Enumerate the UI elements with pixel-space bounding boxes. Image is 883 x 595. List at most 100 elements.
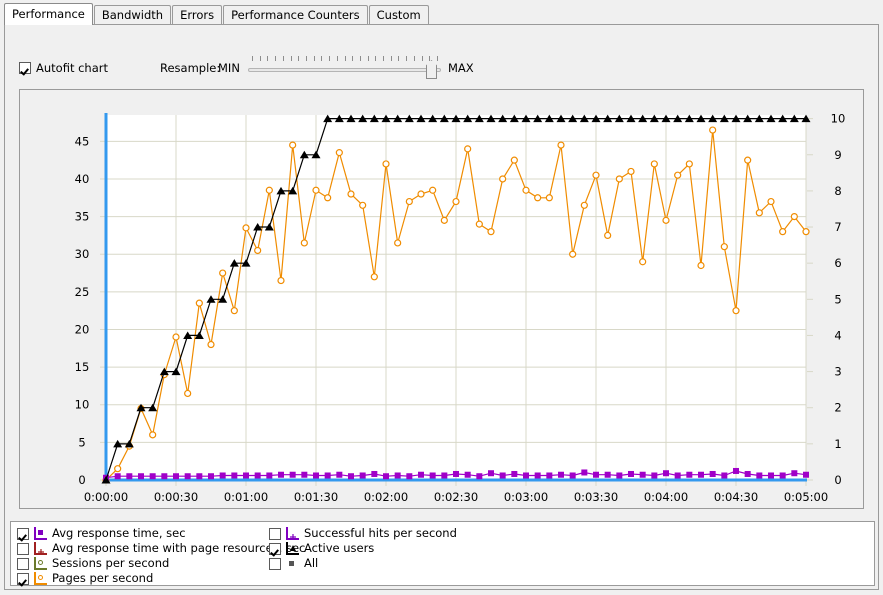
series-icon-sessions-per-second: [34, 557, 47, 570]
legend-item-avg-response-time-sec[interactable]: Avg response time, sec: [17, 526, 305, 541]
svg-text:0:02:30: 0:02:30: [434, 490, 478, 504]
svg-text:35: 35: [75, 210, 90, 224]
legend-checkbox[interactable]: [17, 572, 29, 585]
svg-text:5: 5: [78, 435, 85, 449]
svg-text:0: 0: [834, 473, 841, 487]
legend-checkbox[interactable]: [17, 557, 29, 570]
resample-max-label: MAX: [448, 61, 474, 75]
svg-text:0:03:00: 0:03:00: [504, 490, 548, 504]
series-icon-pages-per-second: [34, 572, 47, 585]
marker-plus-icon: [290, 530, 296, 540]
legend-item-label: Sessions per second: [52, 556, 170, 570]
slider-tick: [336, 56, 338, 61]
slider-tick: [252, 56, 253, 61]
marker-circle-icon: [38, 575, 43, 580]
tab-custom[interactable]: Custom: [368, 5, 429, 25]
slider-tick: [359, 56, 361, 61]
svg-text:6: 6: [834, 256, 841, 270]
svg-text:0:02:00: 0:02:00: [364, 490, 408, 504]
legend-item-label: Pages per second: [52, 571, 154, 585]
tab-bandwidth[interactable]: Bandwidth: [93, 5, 172, 25]
svg-text:0: 0: [78, 473, 85, 487]
legend-axis-horizontal: [34, 538, 47, 540]
marker-triangle-icon: [290, 545, 296, 551]
svg-text:5: 5: [834, 292, 841, 306]
legend-checkbox[interactable]: [269, 557, 281, 570]
svg-text:0:05:00: 0:05:00: [784, 490, 828, 504]
series-icon-active-users: [286, 542, 299, 555]
slider-tick: [390, 56, 392, 61]
svg-text:10: 10: [831, 112, 846, 126]
svg-text:4: 4: [834, 328, 841, 342]
legend-item-avg-response-time-with-page-resources-sec[interactable]: Avg response time with page resources, s…: [17, 541, 305, 556]
series-icon-all: [286, 557, 299, 570]
slider-tick: [282, 56, 284, 61]
autofit-chart-checkbox[interactable]: Autofit chart: [19, 61, 108, 75]
legend-item-label: Avg response time with page resources, s…: [52, 541, 306, 555]
svg-text:2: 2: [834, 401, 841, 415]
svg-text:8: 8: [834, 184, 841, 198]
slider-tick: [437, 56, 438, 61]
legend-checkbox[interactable]: [17, 527, 29, 540]
performance-panel: Autofit chart Resample: MIN MAX 0 5 10 15 20…: [4, 24, 879, 590]
legend-item-label: All: [304, 556, 319, 570]
svg-text:1: 1: [834, 437, 841, 451]
resample-slider-track[interactable]: [248, 68, 441, 72]
legend-checkbox[interactable]: [269, 542, 281, 555]
slider-tick: [259, 56, 261, 61]
slider-tick: [313, 56, 315, 61]
slider-tick: [375, 56, 377, 61]
chart-canvas[interactable]: 0510152025303540450123456789100:00:00 0:0…: [20, 90, 863, 508]
tab-performance-counters[interactable]: Performance Counters: [223, 5, 368, 25]
svg-text:25: 25: [75, 285, 90, 299]
legend-item-all[interactable]: All: [269, 556, 457, 571]
marker-square-icon: [38, 530, 43, 535]
autofit-chart-checkbox-box[interactable]: [19, 62, 31, 74]
legend-checkbox[interactable]: [17, 542, 29, 555]
legend-item-pages-per-second[interactable]: Pages per second: [17, 571, 305, 586]
performance-chart[interactable]: 0 5 10 15 20 25 30 35 40 45 0 1 2 3 4 5 6 7 8 9 10 0:00:00 0:0…: [19, 89, 864, 509]
legend-axis-horizontal: [34, 583, 47, 585]
slider-tick: [406, 56, 408, 61]
legend-item-active-users[interactable]: Active users: [269, 541, 457, 556]
svg-text:9: 9: [834, 148, 841, 162]
slider-tick: [344, 56, 346, 61]
resample-slider[interactable]: [248, 56, 441, 79]
svg-text:0:04:00: 0:04:00: [644, 490, 688, 504]
slider-tick: [383, 56, 385, 61]
svg-text:0:03:30: 0:03:30: [574, 490, 618, 504]
tab-performance[interactable]: Performance: [4, 3, 93, 25]
chart-toolbar: Autofit chart Resample: MIN MAX: [5, 25, 878, 79]
legend-item-label: Avg response time, sec: [52, 526, 186, 540]
svg-text:10: 10: [75, 398, 90, 412]
legend-item-label: Active users: [304, 541, 375, 555]
slider-tick: [267, 56, 269, 61]
legend-column-1: Avg response time, sec Avg response time …: [17, 526, 305, 586]
tab-errors[interactable]: Errors: [172, 5, 223, 25]
slider-tick: [429, 56, 431, 61]
resample-slider-ticks: [248, 56, 441, 62]
svg-text:0:01:00: 0:01:00: [224, 490, 268, 504]
resample-min-label: MIN: [218, 61, 240, 75]
marker-square-icon: [289, 561, 294, 566]
slider-tick: [275, 56, 277, 61]
svg-text:15: 15: [75, 360, 90, 374]
svg-text:45: 45: [75, 134, 90, 148]
slider-tick: [352, 56, 354, 61]
legend-checkbox[interactable]: [269, 527, 281, 540]
legend-axis-horizontal: [34, 568, 47, 570]
series-icon-successful-hits-per-second: [286, 527, 299, 540]
chart-legend: Avg response time, sec Avg response time …: [10, 521, 875, 586]
slider-tick: [398, 56, 400, 61]
slider-tick: [367, 56, 369, 61]
resample-slider-thumb[interactable]: [426, 60, 437, 79]
svg-text:0:01:30: 0:01:30: [294, 490, 338, 504]
legend-column-2: Successful hits per second Active users Al…: [269, 526, 457, 571]
legend-item-successful-hits-per-second[interactable]: Successful hits per second: [269, 526, 457, 541]
autofit-chart-label: Autofit chart: [36, 61, 109, 75]
marker-plus-icon: [38, 545, 44, 555]
svg-text:30: 30: [75, 247, 90, 261]
svg-text:40: 40: [75, 172, 90, 186]
svg-text:20: 20: [75, 322, 90, 336]
legend-item-sessions-per-second[interactable]: Sessions per second: [17, 556, 305, 571]
